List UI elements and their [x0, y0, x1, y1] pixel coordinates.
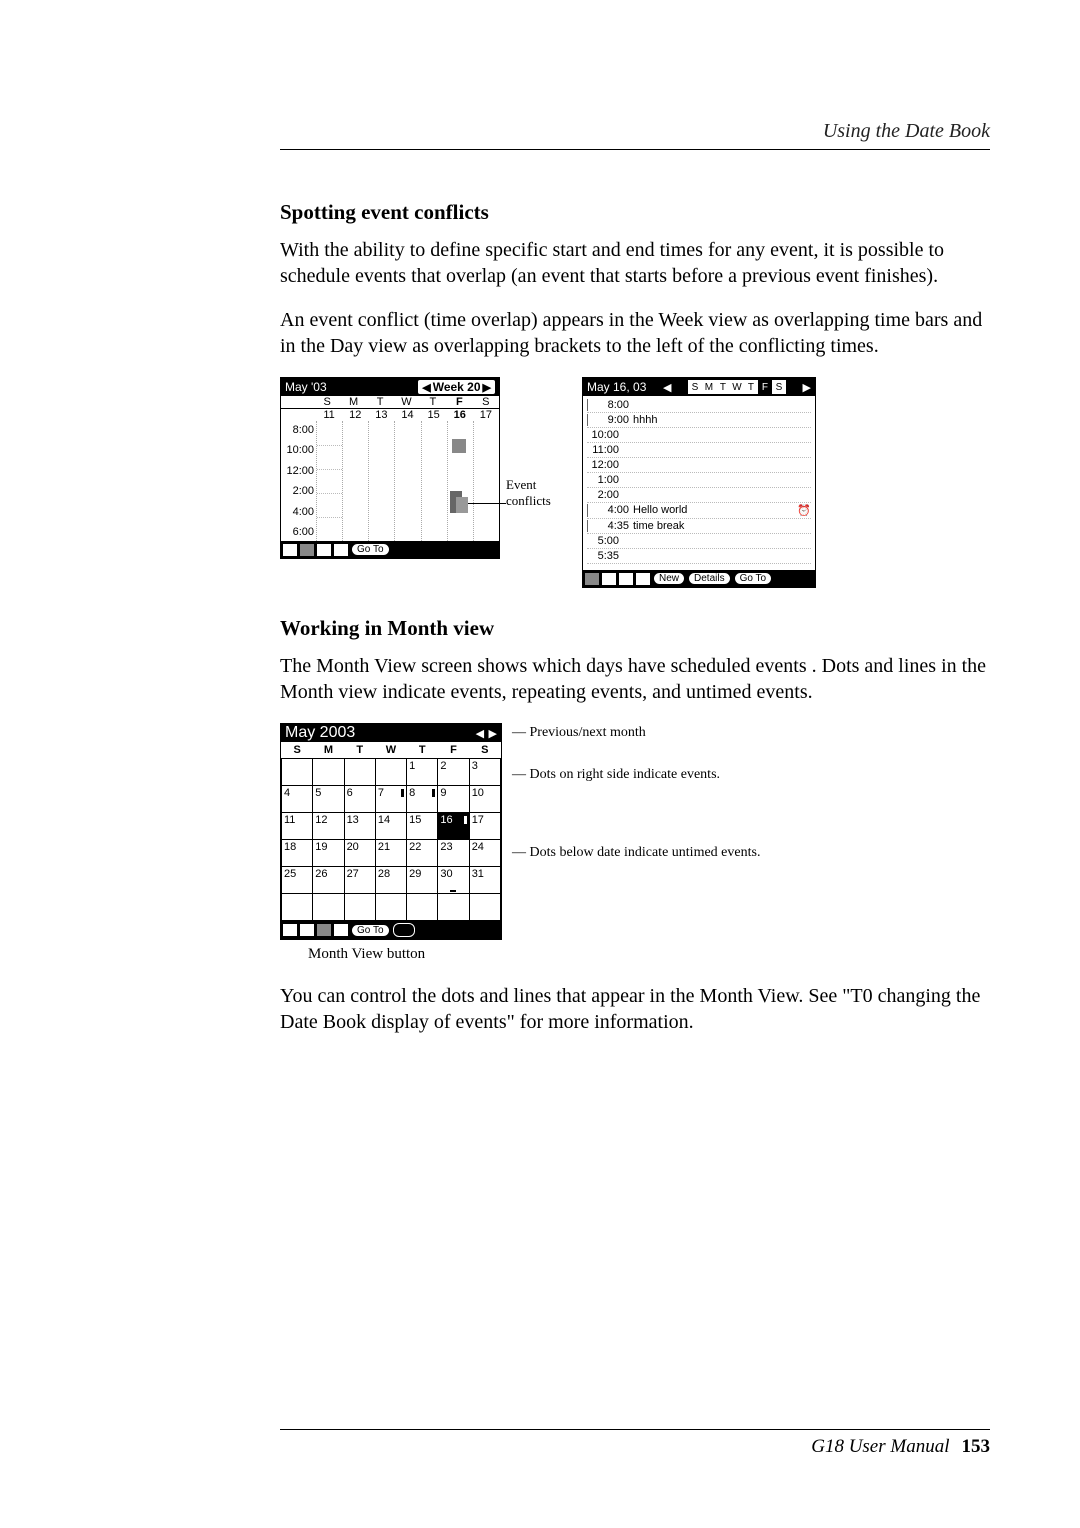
month-title: May 2003 — [285, 724, 355, 742]
month-annotations: — Previous/next month — Dots on right si… — [512, 723, 760, 861]
page-footer: G18 User Manual 153 — [280, 1429, 990, 1458]
month-title-bar: May 2003 ◀ ▶ — [281, 724, 501, 742]
day-view-icon[interactable] — [283, 544, 297, 556]
week-view-screen: May '03 ◀ Week 20 ▶ S M T W T F S 11 12 … — [280, 377, 500, 559]
week-switcher[interactable]: ◀ Week 20 ▶ — [418, 380, 495, 394]
manual-title: G18 User Manual — [811, 1436, 949, 1458]
week-number-label: Week 20 — [433, 380, 481, 394]
para-monthview-2: You can control the dots and lines that … — [280, 983, 990, 1035]
para-2: An event conflict (time overlap) appears… — [280, 307, 990, 359]
alarm-icon: ⏰ — [797, 504, 811, 517]
event-bar-overlap — [456, 497, 468, 513]
week-view-icon[interactable] — [300, 544, 314, 556]
week-view-icon[interactable] — [602, 573, 616, 585]
week-annotation: Event conflicts — [506, 377, 576, 504]
prev-month-arrow[interactable]: ◀ — [476, 728, 484, 740]
day-view-screen: May 16, 03 ◀ S M T W T F S ▶ 8:00 9:00hh… — [582, 377, 816, 588]
day-tabs: S M T W T F S — [688, 380, 786, 394]
event-bar — [452, 439, 466, 453]
toggle-icon[interactable] — [393, 923, 415, 937]
prev-day-arrow[interactable]: ◀ — [663, 381, 671, 394]
untimed-dot — [450, 890, 456, 892]
heading-spotting: Spotting event conflicts — [280, 200, 990, 225]
week-time-axis: 8:00 10:00 12:00 2:00 4:00 6:00 — [281, 421, 316, 541]
month-view-icon[interactable] — [317, 924, 331, 936]
ann-rightdots: — Dots on right side indicate events. — [512, 767, 760, 783]
details-button[interactable]: Details — [688, 572, 731, 585]
prev-week-arrow[interactable]: ◀ — [422, 381, 430, 394]
week-datenum-row: 11 12 13 14 15 16 17 — [281, 409, 499, 421]
week-footer-bar: Go To — [281, 541, 499, 558]
week-title-bar: May '03 ◀ Week 20 ▶ — [281, 378, 499, 396]
day-footer-bar: New Details Go To — [583, 570, 815, 587]
day-title: May 16, 03 — [587, 380, 646, 394]
day-event-list: 8:00 9:00hhhh 10:00 11:00 12:00 1:00 2:0… — [583, 396, 815, 570]
event-dot — [464, 816, 467, 824]
month-figure: May 2003 ◀ ▶ S M T W T F S 1 2 3 — [280, 723, 990, 940]
ann-belowdots: — Dots below date indicate untimed event… — [512, 845, 760, 861]
page-number: 153 — [962, 1436, 991, 1458]
week-grid: 8:00 10:00 12:00 2:00 4:00 6:00 — [281, 421, 499, 541]
section-header: Using the Date Book — [280, 120, 990, 150]
day-title-bar: May 16, 03 ◀ S M T W T F S ▶ — [583, 378, 815, 396]
month-view-screen: May 2003 ◀ ▶ S M T W T F S 1 2 3 — [280, 723, 502, 940]
event-dot — [432, 789, 435, 797]
para-1: With the ability to define specific star… — [280, 237, 990, 289]
next-week-arrow[interactable]: ▶ — [483, 381, 491, 394]
heading-monthview: Working in Month view — [280, 616, 990, 641]
goto-button[interactable]: Go To — [351, 543, 390, 556]
today-cell[interactable]: 16 — [438, 813, 469, 840]
new-button[interactable]: New — [653, 572, 685, 585]
month-grid: S M T W T F S 1 2 3 4 5 6 7 8 9 10 — [281, 742, 501, 921]
day-view-icon[interactable] — [585, 573, 599, 585]
week-day-screens-row: May '03 ◀ Week 20 ▶ S M T W T F S 11 12 … — [280, 377, 990, 588]
month-view-icon[interactable] — [619, 573, 633, 585]
agenda-view-icon[interactable] — [334, 924, 348, 936]
agenda-view-icon[interactable] — [636, 573, 650, 585]
ann-prevnext: — Previous/next month — [512, 725, 760, 741]
month-footer-bar: Go To — [281, 921, 501, 939]
week-dow-row: S M T W T F S — [281, 396, 499, 409]
month-caption: Month View button — [308, 946, 990, 963]
goto-button[interactable]: Go To — [734, 572, 773, 585]
next-day-arrow[interactable]: ▶ — [803, 381, 811, 394]
month-view-icon[interactable] — [317, 544, 331, 556]
agenda-view-icon[interactable] — [334, 544, 348, 556]
week-view-icon[interactable] — [300, 924, 314, 936]
week-title: May '03 — [285, 380, 327, 394]
goto-button[interactable]: Go To — [351, 924, 390, 937]
event-dot — [401, 789, 404, 797]
para-monthview: The Month View screen shows which days h… — [280, 653, 990, 705]
next-month-arrow[interactable]: ▶ — [489, 728, 497, 740]
day-view-icon[interactable] — [283, 924, 297, 936]
